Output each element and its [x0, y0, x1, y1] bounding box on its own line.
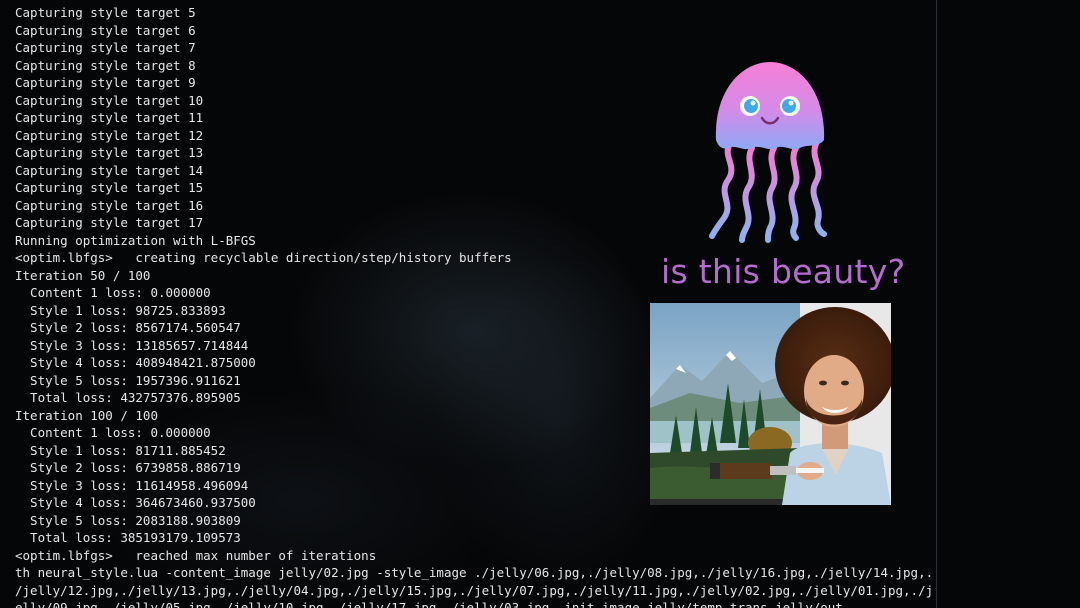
painter-portrait-illustration — [650, 303, 891, 505]
terminal-line: Capturing style target 5 — [15, 5, 196, 20]
screen: Capturing style target 5 Capturing style… — [0, 0, 1080, 608]
terminal-line: <optim.lbfgs> reached max number of iter… — [15, 547, 377, 563]
terminal-border — [936, 0, 937, 608]
jellyfish-emoji-icon — [700, 56, 840, 246]
terminal-line: Total loss: 385193179.109573 — [15, 530, 241, 545]
terminal-line: Style 5 loss: 2083188.903809 — [15, 512, 241, 528]
terminal-line: /jelly/12.jpg,./jelly/13.jpg,./jelly/04.… — [15, 582, 934, 598]
caption-text: is this beauty? — [661, 252, 906, 291]
terminal-line: Capturing style target 6 — [15, 22, 196, 38]
terminal-line: Capturing style target 7 — [15, 40, 196, 55]
terminal-line: th neural_style.lua -content_image jelly… — [15, 565, 934, 580]
terminal-line: elly/09.jpg,./jelly/05.jpg,./jelly/10.jp… — [15, 600, 843, 608]
